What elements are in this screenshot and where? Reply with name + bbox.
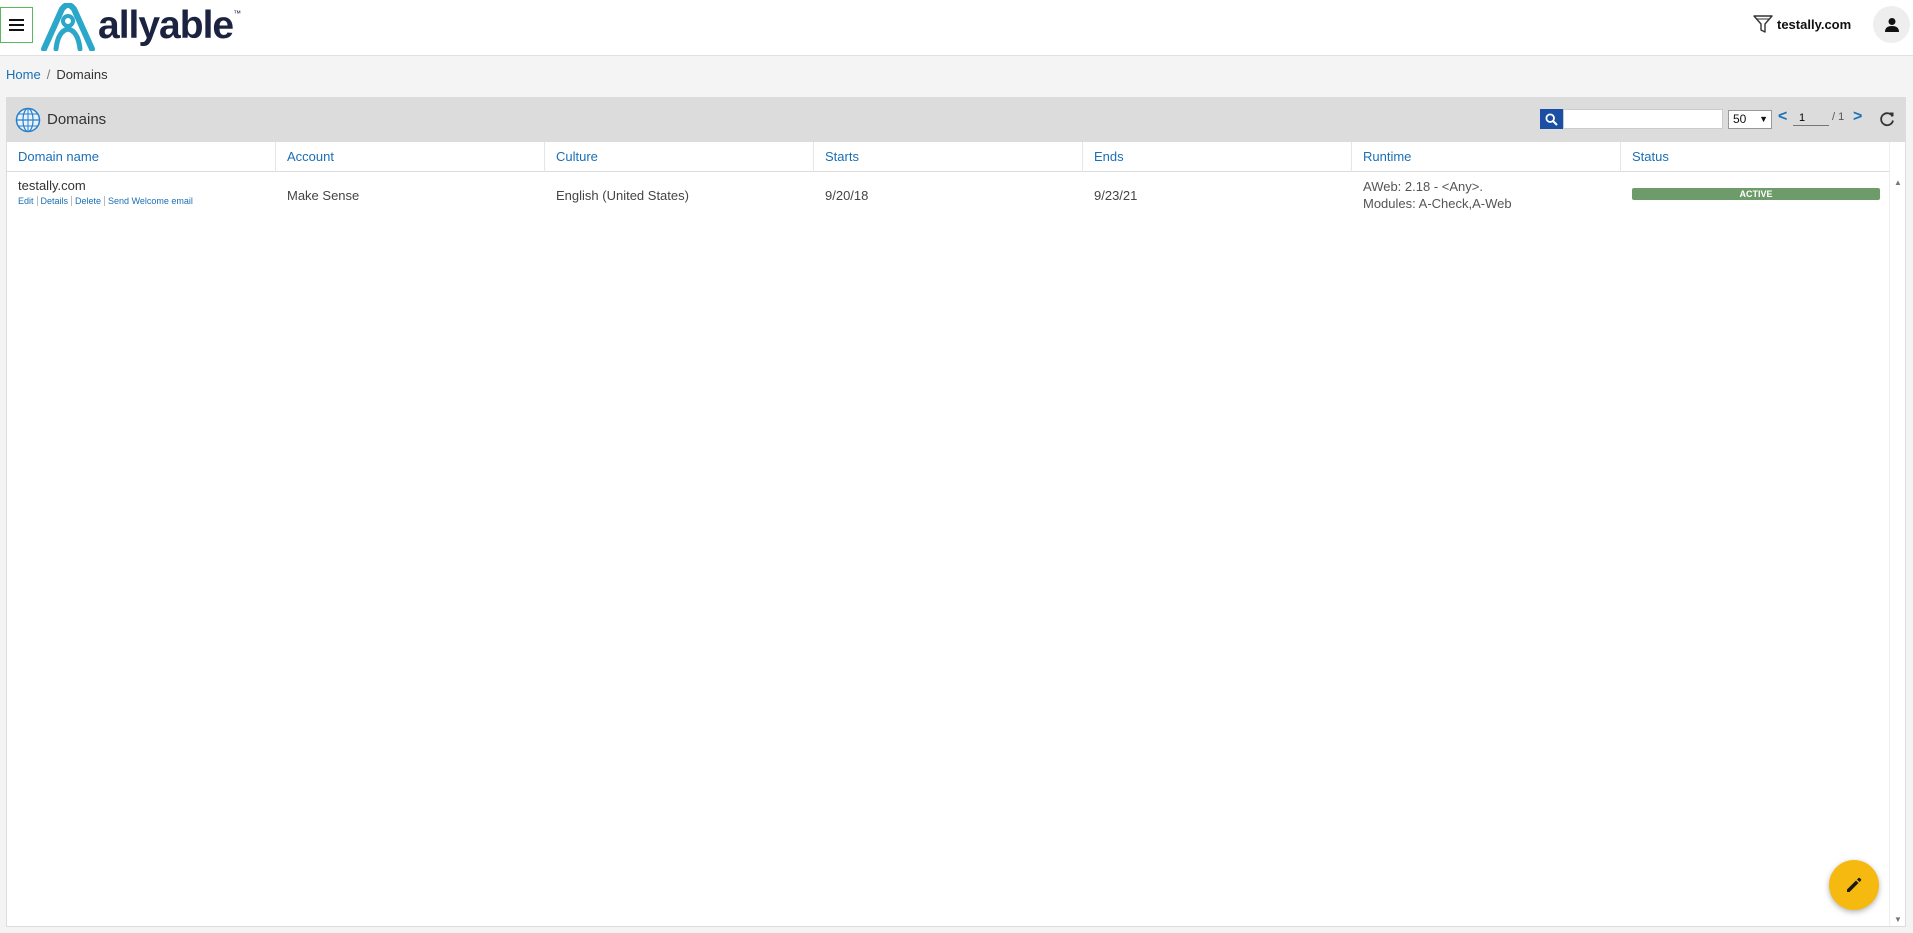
column-header-runtime[interactable]: Runtime: [1352, 142, 1621, 172]
breadcrumb-separator: /: [46, 67, 51, 82]
details-link[interactable]: Details: [41, 196, 69, 206]
page-size-value: 50: [1733, 112, 1747, 126]
breadcrumb-current: Domains: [56, 67, 108, 82]
logo-text: allyable: [98, 3, 234, 47]
column-header-culture[interactable]: Culture: [545, 142, 814, 172]
action-divider: [36, 196, 38, 206]
panel-header: Domains 50 ▼ < / 1 >: [7, 98, 1905, 142]
row-actions: Edit Details Delete Send Welcome email: [18, 196, 276, 206]
search-button[interactable]: [1540, 109, 1563, 129]
logo[interactable]: allyable ™: [40, 2, 241, 52]
pencil-icon: [1847, 877, 1862, 892]
scroll-down-arrow-icon[interactable]: ▼: [1894, 915, 1902, 924]
search-input[interactable]: [1563, 109, 1723, 129]
runtime-modules: Modules: A-Check,A-Web: [1363, 196, 1512, 211]
pager-page-input[interactable]: [1793, 110, 1829, 126]
column-header-account[interactable]: Account: [276, 142, 545, 172]
logo-mark-icon: [41, 3, 95, 51]
column-header-ends[interactable]: Ends: [1083, 142, 1352, 172]
search-icon: [1545, 112, 1558, 126]
top-header: allyable ™ testally.com: [0, 0, 1913, 56]
page-title: Domains: [47, 111, 107, 128]
column-header-status[interactable]: Status: [1621, 142, 1890, 172]
globe-icon: [15, 107, 41, 133]
cell-starts: 9/20/18: [825, 188, 869, 203]
table-scrollbar[interactable]: ▲ ▼: [1889, 142, 1905, 926]
column-header-domain-name[interactable]: Domain name: [7, 142, 276, 172]
cell-status: ACTIVE: [1621, 173, 1890, 219]
runtime-version: AWeb: 2.18 - <Any>.: [1363, 179, 1483, 194]
cell-domain: testally.com Edit Details Delete Send We…: [7, 173, 276, 219]
domains-panel: Domains 50 ▼ < / 1 > Domain name Account…: [6, 97, 1906, 927]
user-menu-button[interactable]: [1873, 6, 1910, 43]
breadcrumb: Home / Domains: [6, 67, 108, 82]
logo-trademark: ™: [233, 8, 242, 18]
cell-ends: 9/23/21: [1094, 188, 1138, 203]
cell-culture: English (United States): [556, 188, 689, 203]
funnel-icon: [1753, 15, 1773, 33]
delete-link[interactable]: Delete: [75, 196, 101, 206]
edit-link[interactable]: Edit: [18, 196, 34, 206]
status-badge: ACTIVE: [1632, 188, 1880, 200]
breadcrumb-home-link[interactable]: Home: [6, 67, 41, 82]
action-divider: [104, 196, 106, 206]
send-welcome-email-link[interactable]: Send Welcome email: [108, 196, 193, 206]
pager-total: / 1: [1832, 111, 1845, 123]
page-size-select[interactable]: 50 ▼: [1728, 110, 1772, 129]
refresh-icon[interactable]: [1878, 110, 1896, 128]
column-header-starts[interactable]: Starts: [814, 142, 1083, 172]
action-divider: [71, 196, 73, 206]
hamburger-icon[interactable]: [0, 7, 33, 43]
filter-domain-label: testally.com: [1777, 16, 1852, 32]
cell-runtime: AWeb: 2.18 - <Any>. Modules: A-Check,A-W…: [1352, 173, 1621, 219]
pager-prev-button[interactable]: <: [1778, 108, 1787, 126]
dropdown-caret-icon: ▼: [1759, 114, 1768, 124]
domain-name: testally.com: [18, 178, 86, 193]
table-header: Domain name Account Culture Starts Ends …: [7, 142, 1891, 172]
domain-filter[interactable]: testally.com: [1752, 13, 1851, 35]
user-icon: [1884, 17, 1899, 32]
edit-fab-button[interactable]: [1829, 860, 1879, 910]
cell-account: Make Sense: [287, 188, 360, 203]
table-row: testally.com Edit Details Delete Send We…: [7, 173, 1891, 219]
pager-next-button[interactable]: >: [1853, 108, 1862, 126]
scroll-up-arrow-icon[interactable]: ▲: [1894, 178, 1902, 187]
